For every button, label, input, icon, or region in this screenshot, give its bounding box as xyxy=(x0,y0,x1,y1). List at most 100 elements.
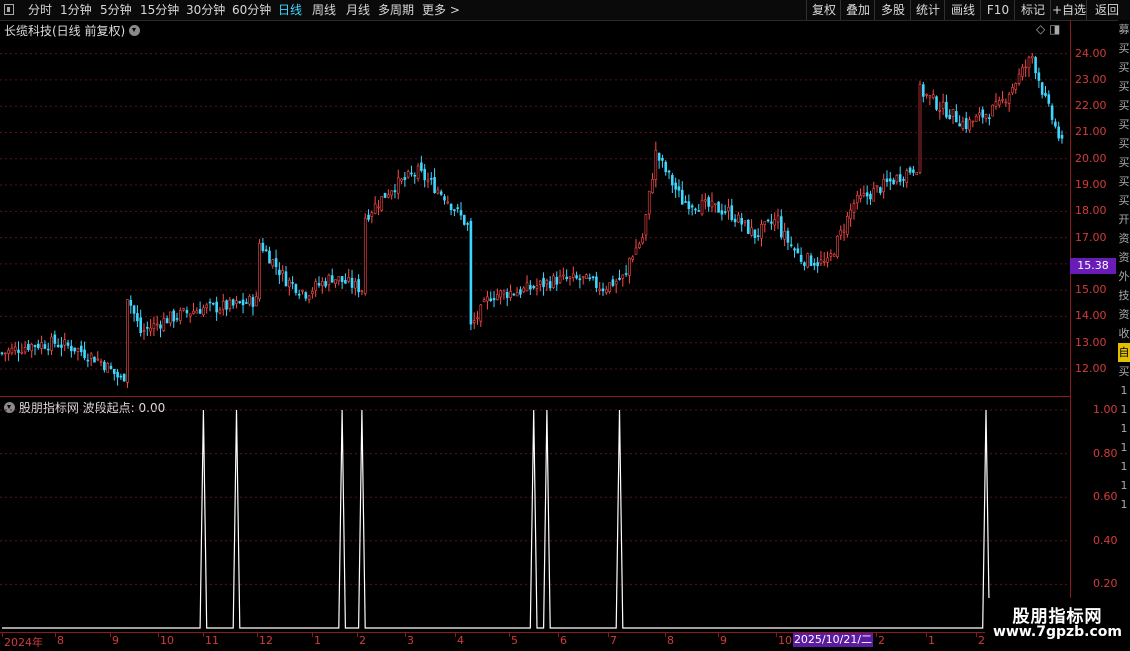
candle xyxy=(879,186,882,196)
chart-canvas[interactable] xyxy=(0,0,1070,632)
candle xyxy=(624,265,628,277)
candle xyxy=(641,233,644,245)
candle xyxy=(363,213,367,296)
candle xyxy=(327,273,331,292)
candle xyxy=(278,262,281,284)
side-strip-char: 自 xyxy=(1118,343,1130,362)
toolbar-button-8[interactable]: 返回 xyxy=(1086,0,1127,20)
candle xyxy=(264,245,268,252)
side-strip-char: 买 xyxy=(1118,137,1130,150)
candle xyxy=(314,278,318,297)
candle xyxy=(416,163,420,182)
candle xyxy=(172,308,176,328)
side-strip-char: 1 xyxy=(1120,498,1128,511)
candle xyxy=(126,299,129,388)
candle xyxy=(964,111,968,133)
candle xyxy=(657,152,661,169)
indicator-tick-label: 0.80 xyxy=(1093,446,1118,460)
candle xyxy=(710,192,714,213)
candle xyxy=(753,229,757,244)
candle xyxy=(522,286,526,294)
candle xyxy=(654,141,658,188)
candle xyxy=(542,272,545,296)
candle xyxy=(955,104,958,123)
candle xyxy=(958,115,961,127)
candle xyxy=(60,337,63,357)
candle xyxy=(938,101,942,120)
candle xyxy=(202,304,205,318)
candle xyxy=(941,93,945,116)
date-tick-label: 9 xyxy=(112,634,119,647)
candle xyxy=(677,179,681,198)
candle xyxy=(50,333,53,356)
candle xyxy=(129,295,133,314)
candle xyxy=(581,276,585,285)
candle xyxy=(142,323,146,340)
candle xyxy=(443,194,446,205)
candle xyxy=(337,276,341,286)
candle xyxy=(604,285,608,295)
candle xyxy=(139,309,142,337)
candle xyxy=(284,266,288,287)
candle xyxy=(997,96,1001,108)
candle xyxy=(525,275,529,292)
date-tick-label: 7 xyxy=(610,634,617,647)
candle xyxy=(872,181,876,202)
candle xyxy=(565,269,568,282)
candle xyxy=(159,320,162,338)
candle xyxy=(697,204,701,212)
candle xyxy=(258,238,261,302)
candle xyxy=(644,213,648,241)
candle xyxy=(690,203,694,216)
date-tick-label: 10 xyxy=(778,634,792,647)
candle xyxy=(601,282,605,296)
candle xyxy=(922,81,925,103)
candle xyxy=(132,304,136,322)
candle xyxy=(449,203,453,216)
candle xyxy=(119,373,123,380)
candle xyxy=(822,252,826,266)
candle xyxy=(638,241,641,250)
side-strip[interactable]: 募买买买买买买买买买开资资外技资收自买1111111 xyxy=(1118,20,1130,632)
candle xyxy=(324,277,327,289)
candle xyxy=(396,169,400,200)
date-tick xyxy=(55,633,56,637)
candle xyxy=(1030,53,1034,64)
date-tick xyxy=(455,633,456,637)
candle xyxy=(469,217,473,331)
date-tick xyxy=(926,633,927,637)
candle xyxy=(116,368,119,386)
candle xyxy=(1007,91,1011,112)
candle xyxy=(208,298,212,312)
candle xyxy=(737,211,740,223)
date-tick xyxy=(876,633,877,637)
candle xyxy=(968,116,971,133)
candle xyxy=(882,173,885,199)
candle xyxy=(311,287,314,299)
candle xyxy=(225,299,228,316)
candle xyxy=(816,257,819,273)
candle xyxy=(859,188,862,203)
side-strip-char: 买 xyxy=(1118,80,1130,93)
candle xyxy=(436,186,440,195)
candle xyxy=(628,257,631,284)
candle xyxy=(588,273,592,282)
candle xyxy=(763,221,767,233)
candle xyxy=(301,289,304,295)
candle xyxy=(687,194,691,215)
candle xyxy=(773,212,777,232)
candle xyxy=(568,276,572,286)
candle xyxy=(231,298,235,309)
candle xyxy=(46,342,50,356)
side-strip-char: 1 xyxy=(1120,403,1128,416)
candle xyxy=(476,311,479,325)
candle xyxy=(898,166,902,186)
indicator-tick-label: 0.20 xyxy=(1093,577,1118,591)
candle xyxy=(33,344,37,356)
candle xyxy=(727,198,730,220)
date-tick xyxy=(203,633,204,637)
candle xyxy=(585,273,588,279)
date-tick-label: 3 xyxy=(407,634,414,647)
side-strip-char: 资 xyxy=(1118,251,1130,264)
panel-divider xyxy=(0,396,1070,397)
